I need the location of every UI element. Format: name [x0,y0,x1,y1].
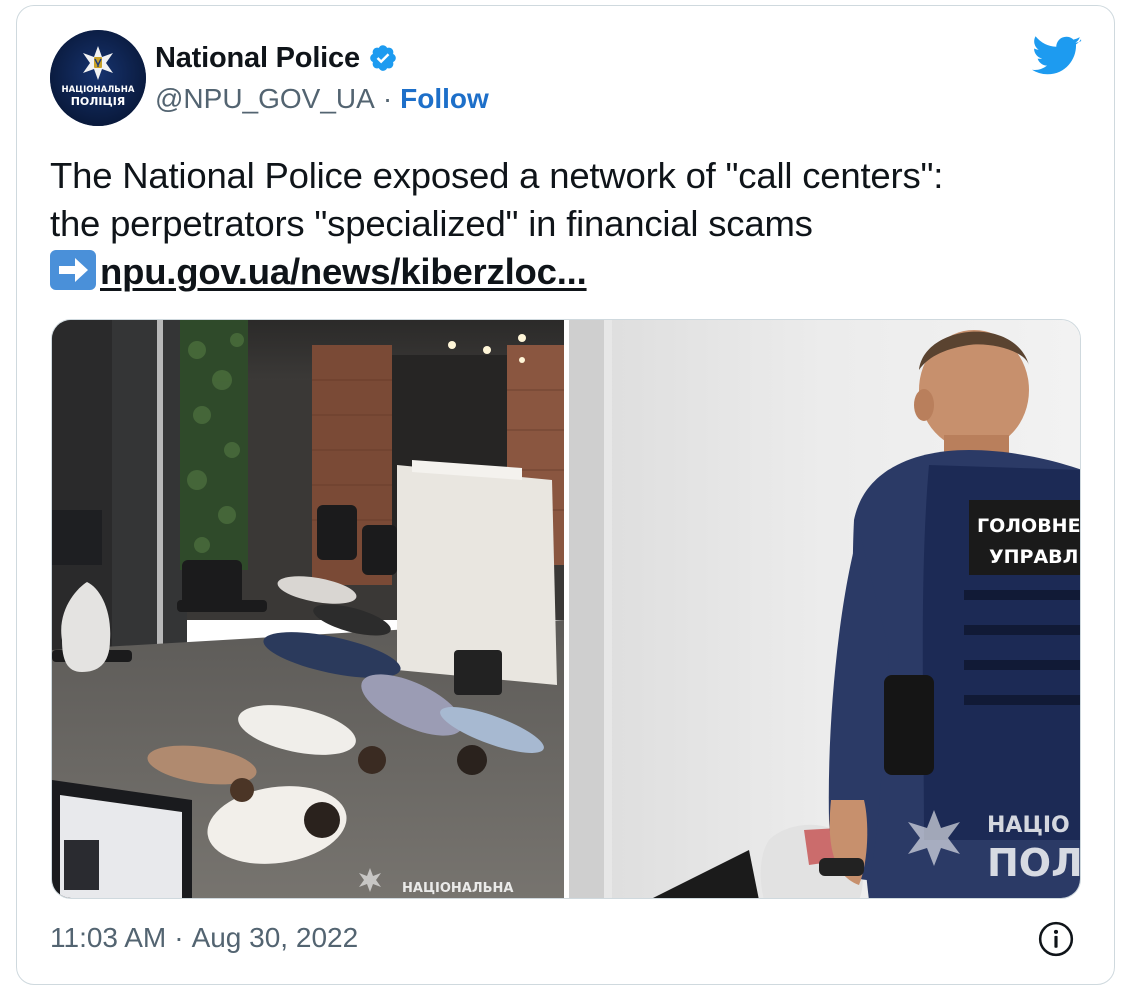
follow-button[interactable]: Follow [400,83,489,115]
tweet-date[interactable]: Aug 30, 2022 [192,922,359,954]
vest-text-1: ГОЛОВНЕ С [977,515,1081,537]
author-name-row[interactable]: National Police [155,40,398,76]
vest-text-2: УПРАВЛІ [989,546,1081,568]
tweet-text: The National Police exposed a network of… [50,152,1090,296]
photo-right[interactable]: ГОЛОВНЕ С УПРАВЛІ НАЦІО ПОЛ [569,320,1081,898]
tweet-text-line-1: The National Police exposed a network of… [50,155,944,196]
separator-dot: · [382,83,393,114]
tweet-text-line-2: the perpetrators "specialized" in financ… [50,203,813,244]
watermark-left: НАЦІОНАЛЬНА [402,881,513,896]
handle-row: @NPU_GOV_UA · Follow [155,82,489,116]
photo-left[interactable]: НАЦІОНАЛЬНА [52,320,564,898]
tweet-meta: 11:03 AM · Aug 30, 2022 [50,918,358,958]
display-name[interactable]: National Police [155,42,360,75]
tweet-link-line: npu.gov.ua/news/kiberzloc... [50,248,1090,296]
watermark-right-2: ПОЛ [987,841,1081,885]
tweet-time[interactable]: 11:03 AM [50,922,166,954]
twitter-bird-icon[interactable] [1032,36,1082,78]
info-icon[interactable] [1037,920,1075,958]
arrow-right-emoji-icon [50,250,96,290]
meta-separator: · [174,922,184,953]
tweet-link[interactable]: npu.gov.ua/news/kiberzloc... [100,251,587,292]
author-handle[interactable]: @NPU_GOV_UA [155,83,375,115]
verified-badge-icon [368,43,398,73]
svg-text:ПОЛІЦІЯ: ПОЛІЦІЯ [71,95,126,108]
svg-text:НАЦІОНАЛЬНА: НАЦІОНАЛЬНА [62,85,135,95]
avatar[interactable]: НАЦІОНАЛЬНА ПОЛІЦІЯ [50,30,146,126]
media-grid: НАЦІОНАЛЬНА ГОЛОВНЕ УПРАВЛІ НАЦІО ПОЛ [51,319,1081,899]
watermark-right-1: НАЦІО [987,813,1070,838]
